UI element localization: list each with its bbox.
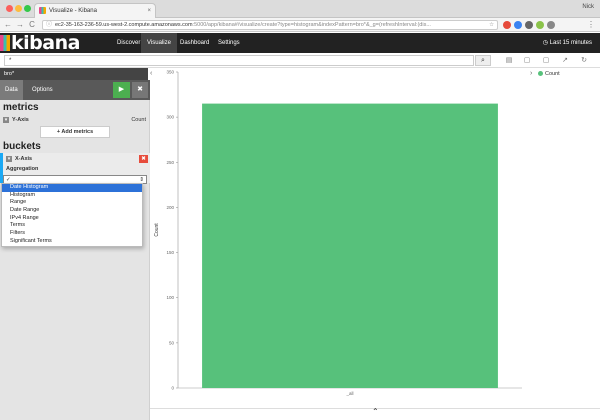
kibana-favicon-icon bbox=[39, 7, 46, 14]
remove-bucket-button[interactable]: ✖ bbox=[139, 155, 148, 163]
metric-label: Y-Axis bbox=[12, 117, 29, 123]
time-picker[interactable]: ◷ Last 15 minutes bbox=[543, 33, 592, 53]
y-tick-label: 50 bbox=[169, 340, 175, 345]
expand-toggle-icon[interactable]: ▾ bbox=[6, 156, 12, 162]
kibana-logo-text[interactable]: kibana bbox=[11, 32, 80, 54]
open-icon[interactable]: ▢ bbox=[540, 55, 552, 66]
legend-label[interactable]: Count bbox=[545, 71, 560, 77]
kibana-logo-icon bbox=[0, 35, 10, 51]
site-info-icon[interactable]: ⓘ bbox=[46, 21, 52, 29]
y-tick-label: 350 bbox=[166, 70, 174, 75]
discard-button[interactable]: ✖ bbox=[132, 82, 148, 98]
search-button[interactable]: ⌕ bbox=[475, 55, 491, 66]
option-filters[interactable]: Filters bbox=[2, 230, 142, 238]
back-icon[interactable]: ← bbox=[3, 20, 13, 30]
profile-name[interactable]: Nick bbox=[582, 4, 594, 10]
option-terms[interactable]: Terms bbox=[2, 222, 142, 230]
forward-icon[interactable]: → bbox=[15, 20, 25, 30]
apply-button[interactable]: ▶ bbox=[113, 82, 130, 98]
expand-toggle-icon[interactable]: ▾ bbox=[3, 117, 9, 123]
buckets-heading: buckets bbox=[3, 141, 41, 152]
clock-icon: ◷ bbox=[542, 40, 548, 46]
extension-icon[interactable] bbox=[536, 21, 544, 29]
extension-icon[interactable] bbox=[547, 21, 555, 29]
time-range-label: Last 15 minutes bbox=[549, 40, 592, 46]
y-axis-label: Count bbox=[154, 223, 160, 237]
kibana-navbar: kibana Discover Visualize Dashboard Sett… bbox=[0, 32, 600, 54]
extension-icon[interactable] bbox=[514, 21, 522, 29]
tab-title: Visualize - Kibana bbox=[49, 8, 97, 14]
close-window-button[interactable] bbox=[6, 5, 13, 12]
y-tick-label: 250 bbox=[166, 160, 174, 165]
bookmark-star-icon[interactable]: ☆ bbox=[489, 21, 494, 29]
minimize-window-button[interactable] bbox=[15, 5, 22, 12]
x-tick-label: _all bbox=[345, 391, 353, 396]
refresh-icon[interactable]: ↻ bbox=[578, 55, 590, 66]
y-tick-label: 200 bbox=[166, 205, 174, 210]
browser-menu-icon[interactable]: ⋮ bbox=[586, 20, 596, 30]
reload-icon[interactable]: C bbox=[27, 20, 37, 30]
nav-visualize[interactable]: Visualize bbox=[141, 33, 177, 53]
chart-legend: Count bbox=[534, 68, 600, 80]
option-date-histogram[interactable]: Date Histogram bbox=[2, 184, 142, 192]
y-tick-label: 0 bbox=[171, 386, 174, 391]
nav-dashboard[interactable]: Dashboard bbox=[174, 33, 215, 53]
bucket-label: X-Axis bbox=[15, 156, 33, 162]
y-tick-label: 100 bbox=[166, 295, 174, 300]
y-tick-label: 300 bbox=[166, 115, 174, 120]
bucket-xaxis-row[interactable]: ▾ X-Axis bbox=[3, 155, 153, 164]
collapse-legend-icon[interactable]: › bbox=[530, 70, 532, 77]
browser-tab[interactable]: Visualize - Kibana × bbox=[34, 3, 156, 18]
new-visualization-icon[interactable]: ▤ bbox=[503, 55, 515, 66]
option-significant-terms[interactable]: Significant Terms bbox=[2, 238, 142, 246]
histogram-chart: 0 50 100 150 200 250 300 350 Count _all bbox=[154, 70, 522, 396]
url-path: :5000/app/kibana#/visualize/create?type=… bbox=[192, 22, 431, 28]
option-histogram[interactable]: Histogram bbox=[2, 192, 142, 200]
url-input[interactable]: ⓘ ec2-35-163-236-59.us-west-2.compute.am… bbox=[42, 20, 498, 30]
index-pattern-label: bro* bbox=[0, 68, 148, 80]
tab-options[interactable]: Options bbox=[27, 80, 58, 100]
extension-icon[interactable] bbox=[503, 21, 511, 29]
tab-close-icon[interactable]: × bbox=[147, 4, 151, 18]
metric-value: Count bbox=[131, 117, 146, 123]
bar bbox=[202, 103, 498, 388]
legend-swatch bbox=[538, 71, 543, 77]
metric-yaxis-row[interactable]: ▾ Y-Axis Count bbox=[0, 116, 150, 125]
tab-data[interactable]: Data bbox=[0, 80, 23, 100]
share-icon[interactable]: ↗ bbox=[559, 55, 571, 66]
aggregation-label: Aggregation bbox=[6, 166, 39, 172]
expand-spy-panel-icon[interactable]: ⌃ bbox=[372, 407, 379, 416]
query-bar: * ⌕ ▤ ▢ ▢ ↗ ↻ bbox=[0, 53, 600, 68]
browser-tab-bar: Visualize - Kibana × Nick bbox=[0, 0, 600, 18]
search-input[interactable]: * bbox=[4, 55, 474, 66]
address-bar: ← → C ⓘ ec2-35-163-236-59.us-west-2.comp… bbox=[0, 18, 600, 32]
extension-icon[interactable] bbox=[525, 21, 533, 29]
save-icon[interactable]: ▢ bbox=[521, 55, 533, 66]
aggregation-dropdown: Date Histogram Histogram Range Date Rang… bbox=[1, 183, 143, 247]
maximize-window-button[interactable] bbox=[24, 5, 31, 12]
sidebar-tabs: Data Options ▶ ✖ bbox=[0, 80, 150, 100]
y-tick-label: 150 bbox=[166, 250, 174, 255]
metrics-heading: metrics bbox=[3, 102, 39, 113]
option-ipv4-range[interactable]: IPv4 Range bbox=[2, 215, 142, 223]
url-host: ec2-35-163-236-59.us-west-2.compute.amaz… bbox=[55, 22, 193, 28]
option-date-range[interactable]: Date Range bbox=[2, 207, 142, 215]
option-range[interactable]: Range bbox=[2, 199, 142, 207]
nav-settings[interactable]: Settings bbox=[212, 33, 246, 53]
add-metrics-button[interactable]: + Add metrics bbox=[40, 126, 110, 138]
